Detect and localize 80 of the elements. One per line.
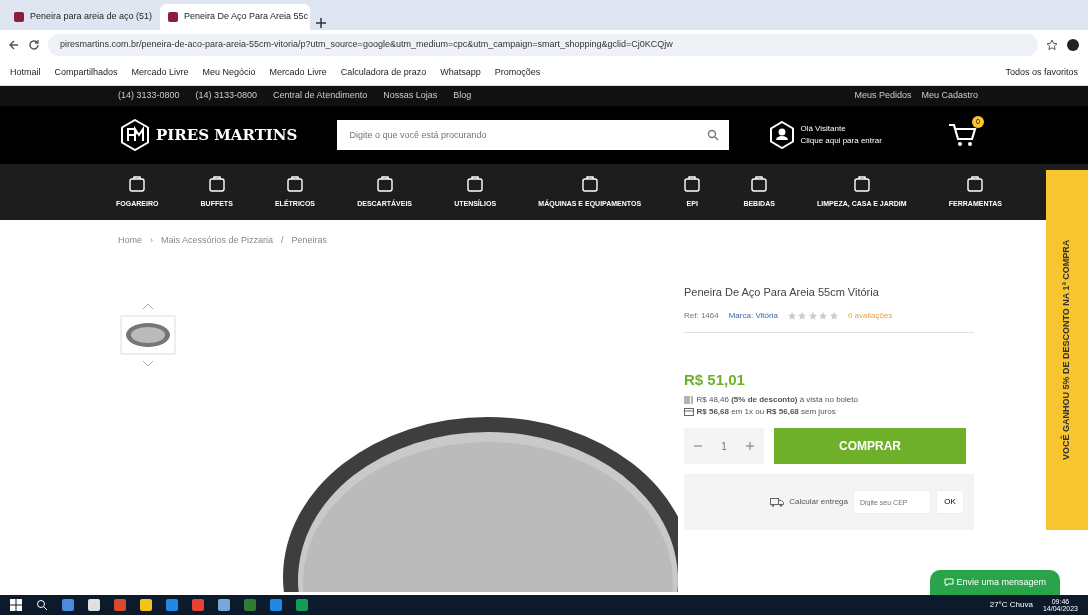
breadcrumb-link[interactable]: Peneiras (291, 234, 328, 248)
plus-icon[interactable] (746, 442, 755, 450)
box-icon (852, 174, 871, 193)
box-icon (207, 174, 226, 193)
ok-button[interactable]: OK (936, 490, 964, 514)
installment-text: R$ 56,68 em 1x ou R$ 56,68 sem juros (696, 406, 836, 418)
app-icon[interactable] (192, 599, 204, 611)
shipping-label: Calcular entrega (789, 496, 848, 508)
breadcrumb-separator: / (281, 234, 284, 247)
weather-text: 27°C Chuva (989, 599, 1033, 611)
app-icon[interactable] (62, 599, 74, 611)
star-icon (787, 312, 796, 320)
product-title: Peneira De Aço Para Areia 55cm Vitória (684, 284, 880, 300)
breadcrumb-link[interactable]: Mais Acessórios de Pizzaria (161, 234, 274, 248)
search-icon (707, 129, 720, 141)
bookmark[interactable]: Whatsapp (440, 65, 481, 80)
account-link[interactable]: Meus Pedidos (854, 89, 912, 103)
windows-icon[interactable] (10, 599, 22, 611)
cart-icon[interactable] (948, 122, 978, 148)
box-icon (750, 174, 769, 193)
profile-icon[interactable] (1066, 38, 1080, 52)
star-rating[interactable] (787, 312, 838, 320)
box-icon (580, 174, 599, 193)
boleto-text: R$ 48,46 (5% de desconto) à vista no boleto (696, 394, 858, 406)
user-icon[interactable] (769, 121, 796, 149)
box-icon (683, 174, 702, 193)
top-link[interactable]: Blog (453, 89, 472, 103)
top-link[interactable]: Nossas Lojas (383, 89, 438, 103)
logo-text: PIRES MARTINS (156, 124, 298, 146)
brand-link[interactable]: Marca: Vitória (728, 310, 778, 322)
login-link[interactable]: Clique aqui para entrar (800, 135, 882, 147)
bookmark[interactable]: Mercado Livre (269, 65, 327, 80)
chevron-down-icon[interactable] (142, 359, 154, 368)
app-icon[interactable] (166, 599, 178, 611)
breadcrumb-separator: › (150, 234, 153, 247)
logo-icon (120, 119, 150, 151)
box-icon (966, 174, 985, 193)
bookmark[interactable]: Promoções (494, 65, 541, 80)
account-link[interactable]: Meu Cadastro (921, 89, 978, 103)
app-icon[interactable] (114, 599, 126, 611)
box-icon (375, 174, 394, 193)
app-icon[interactable] (218, 599, 230, 611)
app-icon[interactable] (270, 599, 282, 611)
app-icon[interactable] (88, 599, 100, 611)
plus-icon[interactable] (314, 16, 328, 30)
breadcrumb-link[interactable]: Home (118, 234, 142, 248)
price-text: R$ 51,01 (684, 370, 746, 390)
bookmark[interactable]: Hotmail (10, 65, 41, 80)
chevron-up-icon[interactable] (142, 301, 154, 310)
chat-icon (943, 577, 954, 587)
sieve-thumbnail[interactable] (120, 314, 176, 355)
browser-tab[interactable]: Peneira para areia de aço (51) (6, 4, 156, 30)
bookmark[interactable]: Todos os favoritos (1005, 65, 1078, 80)
barcode-icon (684, 396, 694, 404)
bookmark[interactable]: Calculadora de prazo (340, 65, 427, 80)
top-link[interactable]: (14) 3133-0800 (118, 89, 180, 103)
quantity-value: 1 (721, 439, 727, 454)
greeting-text: Olá Visitante (800, 123, 847, 135)
bookmark[interactable]: Meu Negócio (202, 65, 256, 80)
promo-tab[interactable]: VOCÊ GANHOU 5% DE DESCONTO NA 1ª COMPRA (1046, 170, 1088, 530)
box-icon (128, 174, 147, 193)
box-icon (466, 174, 485, 193)
star-icon[interactable] (1046, 39, 1058, 51)
quantity-stepper[interactable]: 1 (684, 428, 764, 464)
top-link[interactable]: (14) 3133-0800 (195, 89, 258, 103)
app-icon[interactable] (244, 599, 256, 611)
app-icon[interactable] (140, 599, 152, 611)
reload-icon[interactable] (28, 39, 40, 51)
back-icon[interactable] (8, 39, 20, 51)
address-bar[interactable]: piresmartins.com.br/peneira-de-aco-para-areia-55cm-vitoria/p?utm_source=google&utm_medium=cpc&utm_campaign=smart_shopping&gclid=Cj0KCQjw (48, 34, 1038, 56)
bookmark[interactable]: Compartilhados (54, 65, 118, 80)
app-icon[interactable] (296, 599, 308, 611)
truck-icon (770, 497, 785, 507)
reference-text: Ref: 1464 (684, 310, 719, 322)
card-icon (684, 408, 694, 416)
bookmark[interactable]: Mercado Livre (131, 65, 189, 80)
top-link[interactable]: Central de Atendimento (273, 89, 368, 103)
box-icon (286, 174, 304, 193)
search-icon[interactable] (36, 599, 48, 611)
browser-tab[interactable]: Peneira De Aço Para Areia 55c (160, 4, 310, 30)
